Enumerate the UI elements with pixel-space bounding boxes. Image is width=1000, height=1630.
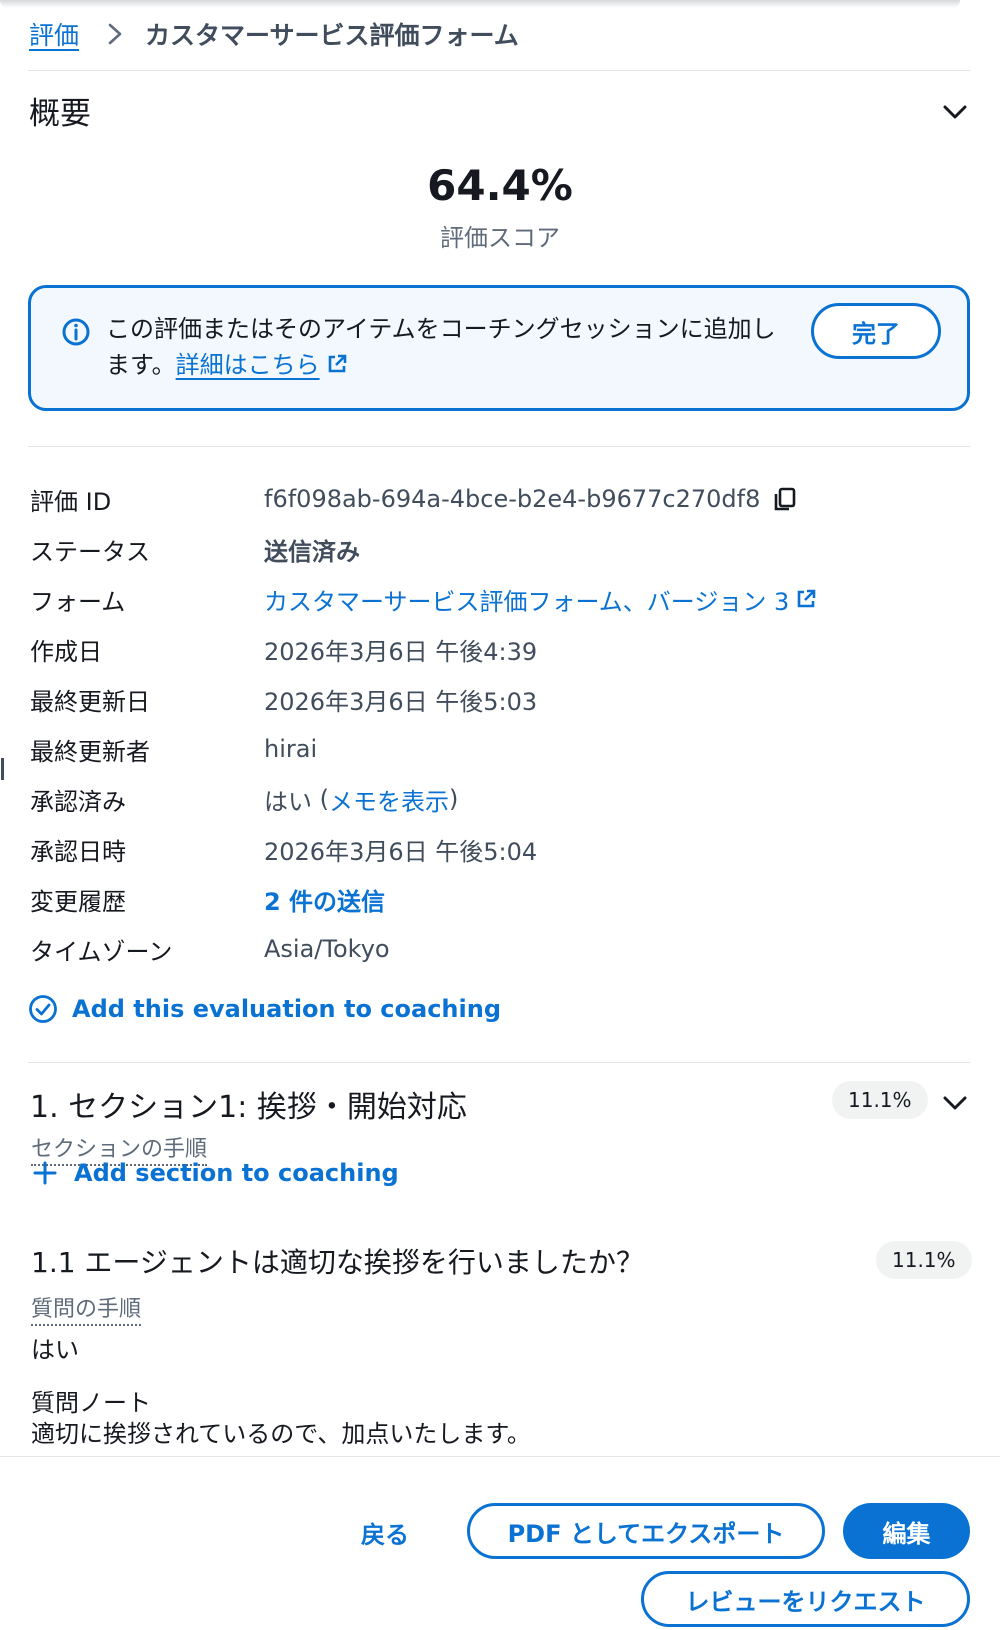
timezone-value: Asia/Tokyo xyxy=(264,935,390,963)
text-cursor xyxy=(1,758,4,780)
evaluation-id-value: f6f098ab-694a-4bce-b2e4-b9677c270df8 xyxy=(264,485,761,513)
add-section-to-coaching-label: Add section to coaching xyxy=(74,1159,399,1187)
breadcrumb-current: カスタマーサービス評価フォーム xyxy=(145,21,519,50)
detail-label: 評価 ID xyxy=(30,487,112,516)
divider xyxy=(28,446,970,447)
info-alert: この評価またはそのアイテムをコーチングセッションに追加します。詳細はこちら 完了 xyxy=(28,285,970,411)
question-answer: はい xyxy=(31,1336,79,1364)
score-label: 評価スコア xyxy=(440,224,560,252)
detail-row-form: フォーム カスタマーサービス評価フォーム、バージョン 3 xyxy=(30,579,970,619)
detail-row-status: ステータス 送信済み xyxy=(30,529,970,569)
show-memo-link[interactable]: メモを表示 xyxy=(329,782,449,817)
edit-button[interactable]: 編集 xyxy=(843,1503,970,1559)
detail-label: 承認済み xyxy=(30,787,126,816)
breadcrumb: 評価 カスタマーサービス評価フォーム xyxy=(29,14,519,54)
last-updated-value: 2026年3月6日 午後5:03 xyxy=(264,687,538,716)
open-paren: ( xyxy=(319,785,330,813)
alert-text: この評価またはそのアイテムをコーチングセッションに追加します。詳細はこちら xyxy=(106,311,786,383)
detail-row-approved: 承認済み はい (メモを表示) xyxy=(30,779,970,819)
question-instructions-link[interactable]: 質問の手順 xyxy=(31,1291,142,1326)
last-updated-by-value: hirai xyxy=(264,735,318,763)
detail-row-timezone: タイムゾーン Asia/Tokyo xyxy=(30,929,970,969)
question-note: 適切に挨拶されているので、加点いたします。 xyxy=(31,1420,531,1448)
question-title: 1.1 エージェントは適切な挨拶を行いましたか？ xyxy=(31,1246,644,1279)
detail-label: 最終更新者 xyxy=(30,737,150,766)
footer-actions: 戻る PDF としてエクスポート 編集 レビューをリクエスト xyxy=(0,1456,1000,1630)
detail-label: ステータス xyxy=(30,537,150,566)
plus-icon xyxy=(33,1161,57,1185)
question-score-badge: 11.1% xyxy=(876,1241,972,1279)
detail-row-last-updated: 最終更新日 2026年3月6日 午後5:03 xyxy=(30,679,970,719)
detail-label: タイムゾーン xyxy=(30,937,173,966)
detail-label: 承認日時 xyxy=(30,837,126,866)
divider xyxy=(28,70,970,71)
request-review-button[interactable]: レビューをリクエスト xyxy=(641,1571,970,1627)
status-value: 送信済み xyxy=(264,537,360,566)
detail-row-created: 作成日 2026年3月6日 午後4:39 xyxy=(30,629,970,669)
detail-row-last-updated-by: 最終更新者 hirai xyxy=(30,729,970,769)
back-button[interactable]: 戻る xyxy=(340,1512,430,1552)
detail-label: 作成日 xyxy=(30,637,102,666)
window-top-shadow xyxy=(0,0,960,8)
overview-title: 概要 xyxy=(29,96,91,132)
learn-more-link[interactable]: 詳細はこちら xyxy=(176,351,348,379)
add-evaluation-to-coaching-label: Add this evaluation to coaching xyxy=(72,995,501,1023)
form-link-label: カスタマーサービス評価フォーム、バージョン 3 xyxy=(264,587,790,616)
history-link[interactable]: 2 件の送信 xyxy=(264,882,385,917)
detail-label: 最終更新日 xyxy=(30,687,150,716)
detail-value: f6f098ab-694a-4bce-b2e4-b9677c270df8 xyxy=(264,485,798,513)
add-evaluation-to-coaching-link[interactable]: Add this evaluation to coaching xyxy=(28,994,501,1024)
info-icon xyxy=(61,317,91,347)
approved-text: はい xyxy=(264,787,312,816)
copy-icon[interactable] xyxy=(772,486,798,512)
external-link-icon xyxy=(326,349,348,373)
detail-label: フォーム xyxy=(30,587,126,616)
section-score-badge: 11.1% xyxy=(832,1081,928,1119)
export-pdf-button[interactable]: PDF としてエクスポート xyxy=(467,1503,825,1559)
add-section-to-coaching-link[interactable]: Add section to coaching xyxy=(32,1159,399,1187)
question-note-label: 質問ノート xyxy=(31,1389,151,1417)
breadcrumb-root-link[interactable]: 評価 xyxy=(29,16,79,52)
detail-label: 変更履歴 xyxy=(30,887,126,916)
detail-row-approved-at: 承認日時 2026年3月6日 午後5:04 xyxy=(30,829,970,869)
external-link-icon xyxy=(795,588,817,610)
chevron-right-icon xyxy=(107,22,123,46)
divider xyxy=(28,1062,970,1063)
created-value: 2026年3月6日 午後4:39 xyxy=(264,637,538,666)
approved-at-value: 2026年3月6日 午後5:04 xyxy=(264,837,538,866)
chevron-down-icon[interactable] xyxy=(940,1088,970,1118)
approved-value: はい (メモを表示) xyxy=(264,782,458,817)
form-link[interactable]: カスタマーサービス評価フォーム、バージョン 3 xyxy=(264,582,817,617)
done-button[interactable]: 完了 xyxy=(811,303,941,359)
close-paren: ) xyxy=(449,785,459,813)
section-title: 1. セクション1: 挨拶・開始対応 xyxy=(30,1090,467,1125)
detail-row-evaluation-id: 評価 ID f6f098ab-694a-4bce-b2e4-b9677c270d… xyxy=(30,479,970,519)
check-circle-icon xyxy=(29,995,57,1023)
detail-row-history: 変更履歴 2 件の送信 xyxy=(30,879,970,919)
learn-more-label: 詳細はこちら xyxy=(175,351,320,379)
score-value: 64.4% xyxy=(427,161,573,210)
chevron-down-icon[interactable] xyxy=(940,97,970,127)
